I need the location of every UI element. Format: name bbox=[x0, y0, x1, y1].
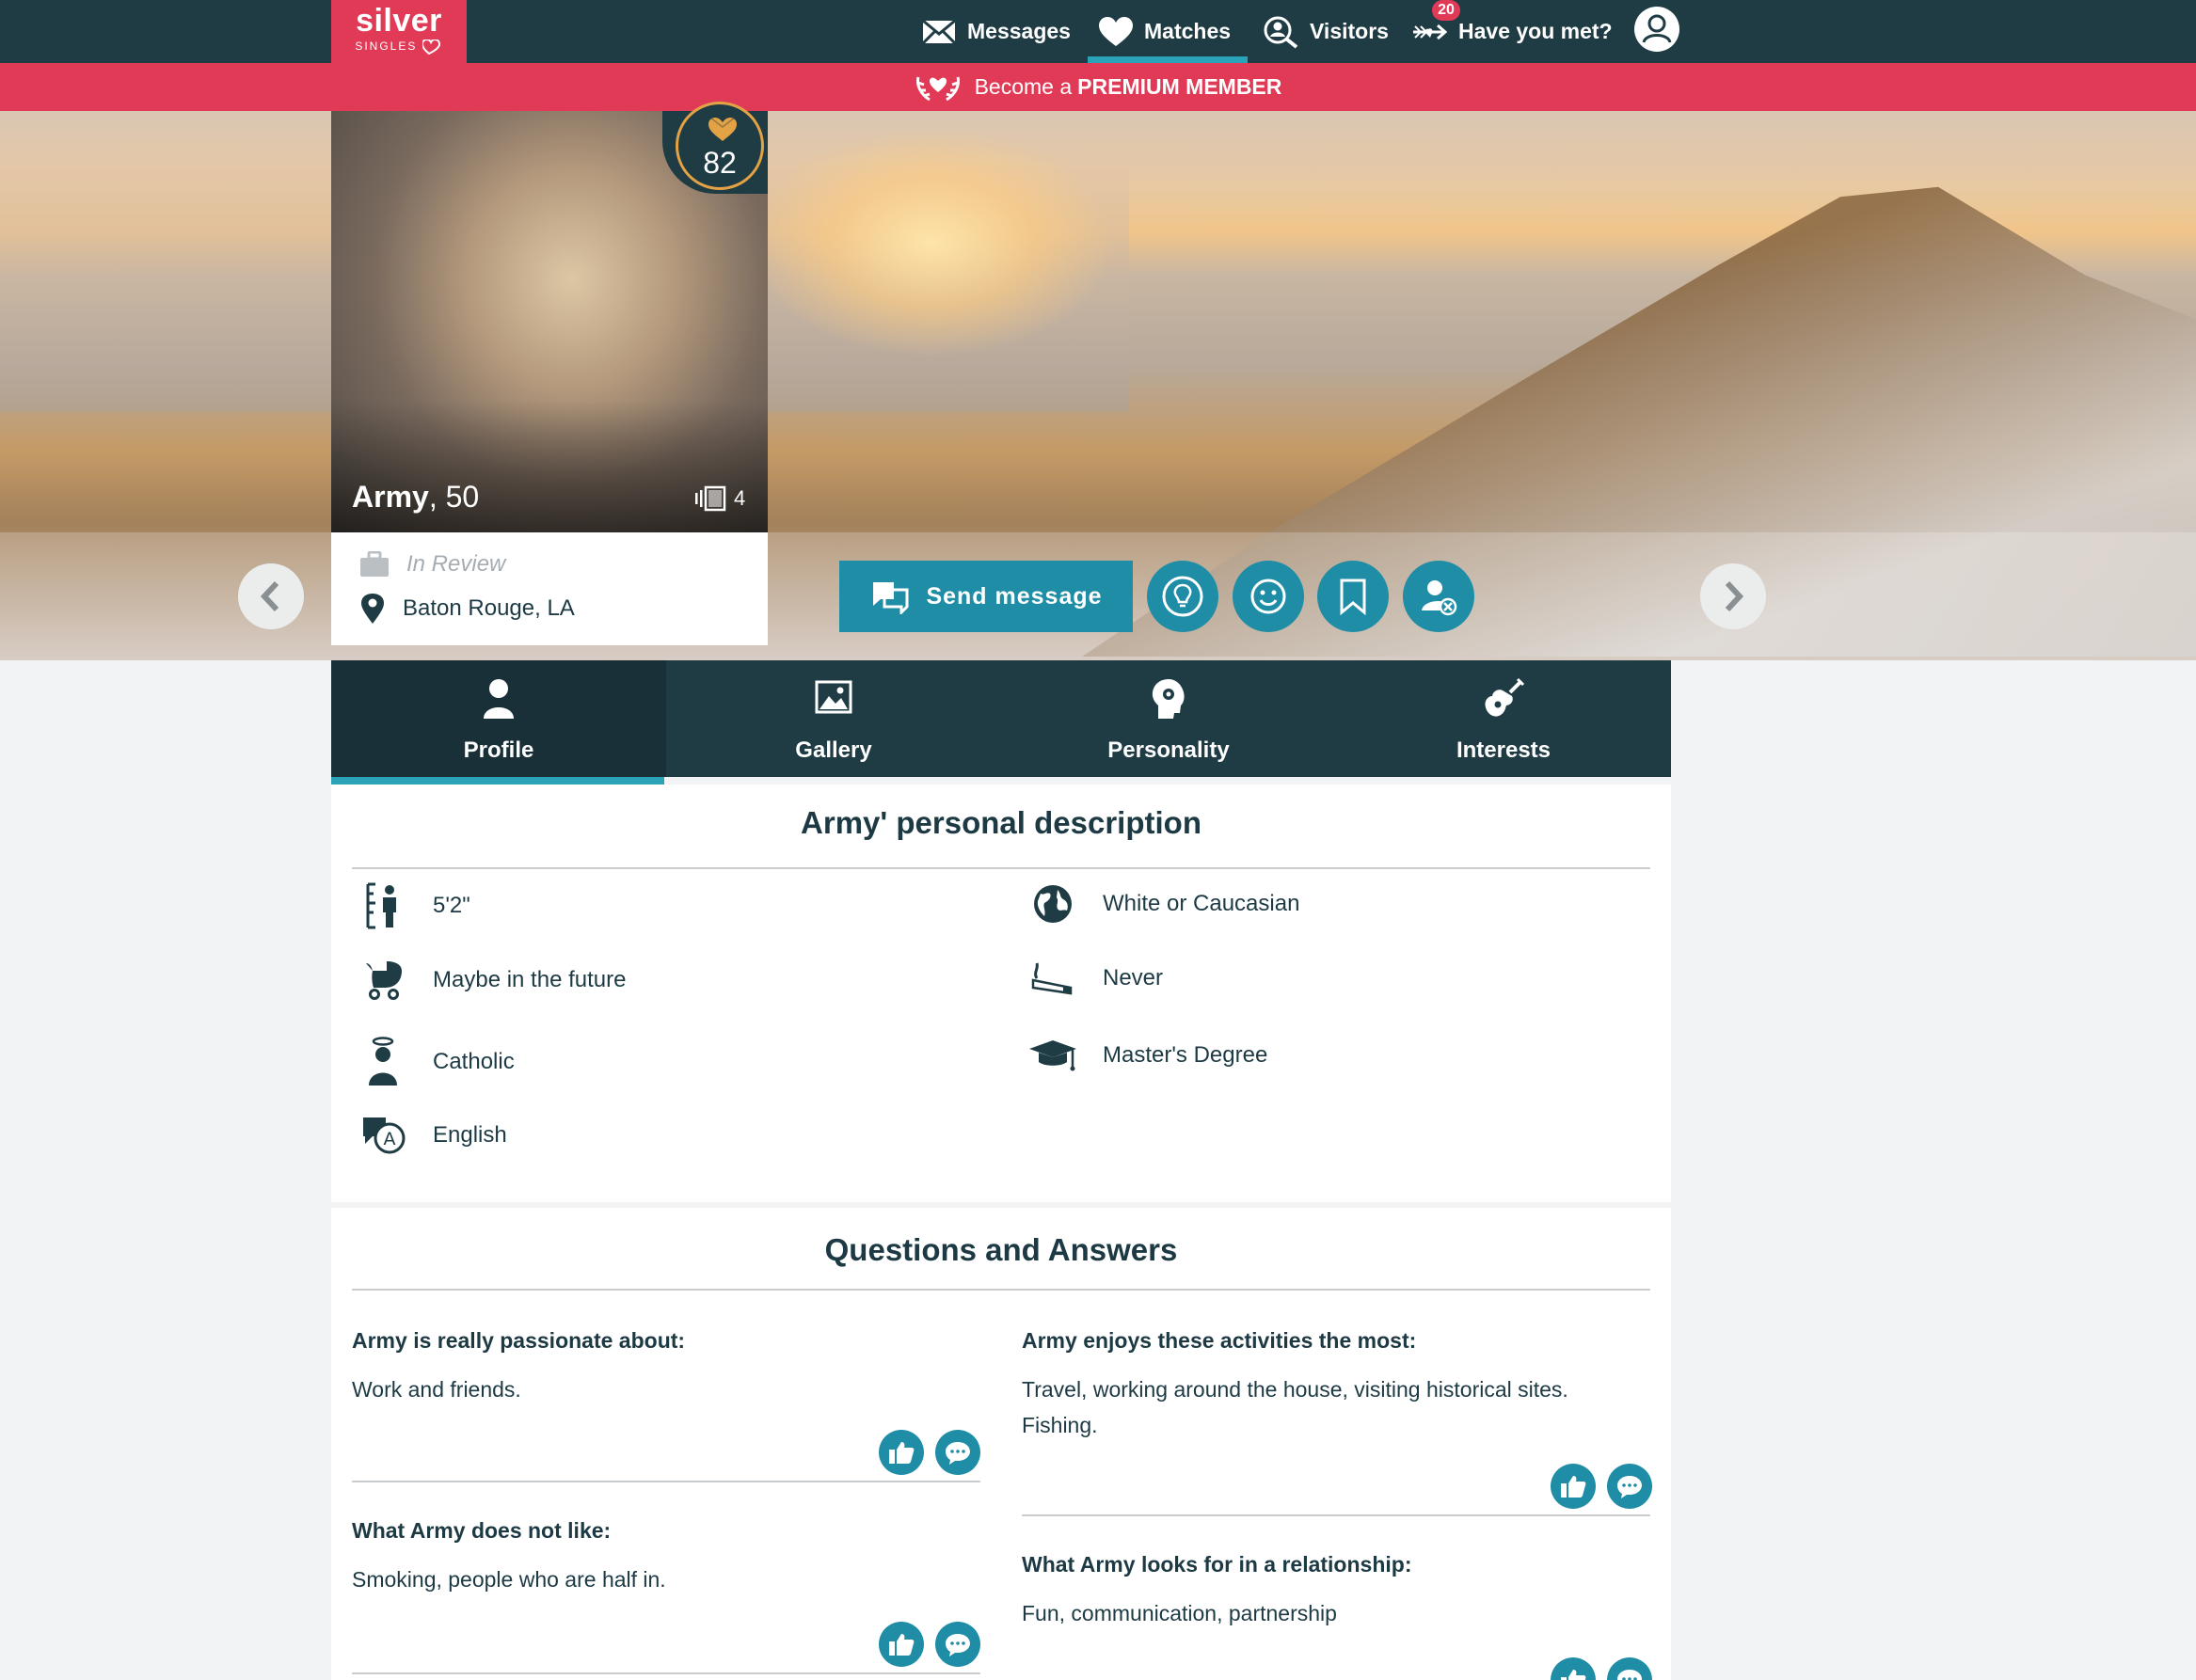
job-row: In Review bbox=[359, 551, 505, 578]
attribute-language: A English bbox=[350, 1114, 507, 1157]
questions-answers-panel: Questions and Answers Army is really pas… bbox=[331, 1208, 1671, 1680]
attribute-ethnicity: White or Caucasian bbox=[1020, 882, 1299, 926]
silver-singles-logo[interactable]: silver SINGLES bbox=[331, 0, 467, 63]
image-icon bbox=[815, 680, 852, 714]
premium-banner[interactable]: Become a PREMIUM MEMBER bbox=[0, 63, 2196, 111]
cover-sun-glow bbox=[753, 130, 1110, 356]
briefcase-icon bbox=[360, 551, 389, 577]
comment-icon bbox=[946, 1442, 970, 1465]
block-user-button[interactable] bbox=[1403, 561, 1474, 632]
cigarette-icon bbox=[1031, 962, 1073, 995]
match-heart-icon bbox=[708, 118, 737, 141]
bookmark-icon bbox=[1340, 578, 1366, 615]
heart-logo-icon bbox=[421, 38, 440, 55]
attribute-smoking: Never bbox=[1020, 959, 1163, 997]
profile-tabs: Profile Gallery Personality Interests bbox=[331, 660, 1671, 777]
qa-divider bbox=[352, 1289, 1650, 1291]
send-smile-button[interactable] bbox=[1233, 561, 1304, 632]
thumbs-up-icon bbox=[889, 1634, 915, 1656]
qa-separator bbox=[352, 1672, 980, 1674]
tab-profile[interactable]: Profile bbox=[331, 660, 666, 777]
description-divider bbox=[352, 867, 1650, 869]
nav-messages[interactable]: Messages bbox=[922, 0, 1071, 63]
chevron-left-icon bbox=[260, 580, 279, 612]
previous-profile-button[interactable] bbox=[238, 563, 304, 629]
graduation-cap-icon bbox=[1029, 1040, 1076, 1071]
profile-name-age: Army, 50 bbox=[352, 480, 480, 514]
qa-separator bbox=[352, 1481, 980, 1482]
logo-subtitle: SINGLES bbox=[331, 38, 467, 55]
smiley-icon bbox=[1250, 578, 1286, 614]
head-gear-icon bbox=[1152, 679, 1185, 719]
envelope-icon bbox=[922, 19, 956, 44]
chevron-right-icon bbox=[1725, 580, 1744, 612]
comment-icon bbox=[946, 1634, 970, 1656]
personal-description-panel: Army' personal description 5'2" Maybe in… bbox=[331, 785, 1671, 1202]
like-answer-button[interactable] bbox=[1551, 1464, 1596, 1509]
qa-question: Army is really passionate about: bbox=[352, 1328, 686, 1353]
like-answer-button[interactable] bbox=[879, 1430, 924, 1475]
qa-title: Questions and Answers bbox=[824, 1232, 1178, 1267]
guitar-icon bbox=[1485, 677, 1525, 717]
location-pin-icon bbox=[361, 594, 384, 624]
comment-answer-button[interactable] bbox=[935, 1622, 980, 1667]
top-navigation: silver SINGLES Messages Matches Visitors bbox=[0, 0, 2196, 63]
arrow-heart-icon bbox=[1413, 24, 1447, 40]
active-tab-indicator bbox=[331, 777, 664, 785]
chat-bubbles-icon bbox=[873, 582, 909, 614]
location-row: Baton Rouge, LA bbox=[359, 593, 575, 625]
account-avatar-icon[interactable] bbox=[1634, 7, 1679, 52]
like-answer-button[interactable] bbox=[1551, 1657, 1596, 1680]
photo-count[interactable]: 4 bbox=[694, 485, 745, 512]
stroller-icon bbox=[366, 961, 402, 1000]
globe-icon bbox=[1034, 885, 1072, 923]
description-title: Army' personal description bbox=[801, 805, 1201, 840]
qa-answer: Travel, working around the house, visiti… bbox=[1022, 1377, 1568, 1437]
svg-text:A: A bbox=[384, 1129, 396, 1149]
comment-answer-button[interactable] bbox=[1607, 1464, 1652, 1509]
lightbulb-head-icon bbox=[1162, 576, 1203, 617]
visitor-search-icon bbox=[1264, 16, 1298, 49]
person-icon bbox=[484, 679, 514, 719]
profile-info-card: In Review Baton Rouge, LA bbox=[331, 532, 768, 645]
qa-answer: Fun, communication, partnership bbox=[1022, 1601, 1337, 1625]
halo-person-icon bbox=[369, 1037, 397, 1086]
match-score: 82 bbox=[676, 102, 764, 190]
notification-badge: 20 bbox=[1432, 0, 1460, 21]
comment-icon bbox=[1617, 1476, 1642, 1498]
like-answer-button[interactable] bbox=[879, 1622, 924, 1667]
attribute-religion: Catholic bbox=[350, 1037, 515, 1087]
tab-personality[interactable]: Personality bbox=[1001, 660, 1336, 777]
thumbs-up-icon bbox=[1561, 1670, 1586, 1680]
qa-answer: Work and friends. bbox=[352, 1377, 521, 1402]
qa-question: What Army looks for in a relationship: bbox=[1022, 1552, 1412, 1577]
height-icon bbox=[366, 882, 396, 929]
attribute-height: 5'2" bbox=[350, 882, 470, 929]
send-message-button[interactable]: Send message bbox=[839, 561, 1133, 632]
attribute-education: Master's Degree bbox=[1020, 1037, 1267, 1074]
icebreaker-button[interactable] bbox=[1147, 561, 1218, 632]
next-profile-button[interactable] bbox=[1700, 563, 1766, 629]
qa-question: What Army does not like: bbox=[352, 1518, 612, 1543]
comment-answer-button[interactable] bbox=[1607, 1657, 1652, 1680]
heart-icon bbox=[1099, 16, 1133, 46]
qa-answer: Smoking, people who are half in. bbox=[352, 1567, 666, 1592]
nav-active-indicator bbox=[1088, 56, 1248, 63]
laurel-heart-icon bbox=[915, 76, 960, 101]
photo-stack-icon bbox=[695, 485, 726, 512]
tab-interests[interactable]: Interests bbox=[1336, 660, 1671, 777]
nav-visitors[interactable]: Visitors bbox=[1263, 0, 1389, 63]
block-user-icon bbox=[1422, 580, 1457, 616]
comment-answer-button[interactable] bbox=[935, 1430, 980, 1475]
thumbs-up-icon bbox=[1561, 1476, 1586, 1498]
attribute-children: Maybe in the future bbox=[350, 959, 626, 1001]
qa-question: Army enjoys these activities the most: bbox=[1022, 1328, 1417, 1353]
nav-matches[interactable]: Matches bbox=[1099, 0, 1231, 63]
bookmark-button[interactable] bbox=[1317, 561, 1389, 632]
thumbs-up-icon bbox=[889, 1442, 915, 1464]
tab-gallery[interactable]: Gallery bbox=[666, 660, 1001, 777]
speech-language-icon: A bbox=[363, 1117, 406, 1154]
comment-icon bbox=[1617, 1670, 1642, 1680]
qa-separator bbox=[1022, 1514, 1650, 1516]
